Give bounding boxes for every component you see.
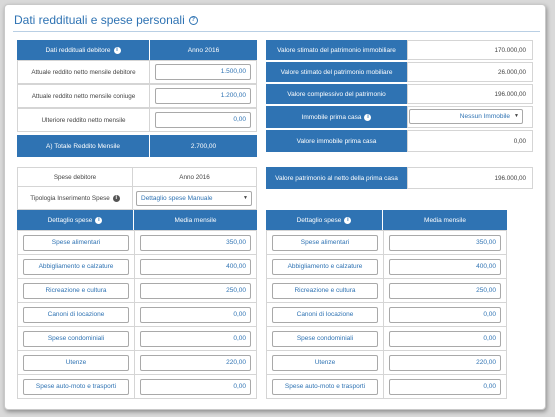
income-row-label: Attuale reddito netto mensile debitore	[17, 60, 150, 84]
expense-category-button[interactable]: Spese condominiali	[23, 331, 129, 347]
expense-category-button[interactable]: Spese auto-moto e trasporti	[272, 379, 378, 395]
expense-amount-input[interactable]: 400,00	[389, 259, 501, 275]
income-spouse-input[interactable]: 1.200,00	[155, 88, 251, 104]
income-row-label: Attuale reddito netto mensile coniuge	[17, 84, 150, 108]
info-icon[interactable]: i	[344, 216, 352, 224]
expense-category-button[interactable]: Utenze	[272, 355, 378, 371]
asset-value: 26.000,00	[407, 62, 533, 82]
expense-amount-input[interactable]: 250,00	[389, 283, 501, 299]
expense-category-button[interactable]: Ricreazione e cultura	[23, 283, 129, 299]
expense-category-button[interactable]: Canoni di locazione	[23, 307, 129, 323]
expense-type-label: Tipologia Inserimento Spese i	[17, 186, 133, 210]
panel: Dati reddituali e spese personali ? Dati…	[4, 4, 546, 410]
expense-amount-input[interactable]: 400,00	[140, 259, 251, 275]
chevron-down-icon: ▼	[514, 113, 519, 119]
asset-value: 170.000,00	[407, 40, 533, 60]
net-assets-value: 196.000,00	[407, 167, 533, 189]
asset-label: Valore stimato del patrimonio immobiliar…	[266, 40, 407, 60]
income-total-value: 2.700,00	[150, 135, 257, 157]
chevron-down-icon: ▼	[243, 195, 248, 201]
expense-category-button[interactable]: Canoni di locazione	[272, 307, 378, 323]
expense-amount-input[interactable]: 0,00	[140, 307, 251, 323]
expense-amount-input[interactable]: 220,00	[389, 355, 501, 371]
income-header-year: Anno 2016	[150, 40, 257, 60]
expense-category-button[interactable]: Abbigliamento e calzature	[23, 259, 129, 275]
expense-category-button[interactable]: Spese alimentari	[23, 235, 129, 251]
income-total-label: A) Totale Reddito Mensile	[17, 135, 149, 157]
info-icon[interactable]: i	[95, 216, 103, 224]
expense-amount-input[interactable]: 0,00	[389, 331, 501, 347]
page-title: Dati reddituali e spese personali	[14, 13, 185, 27]
primary-home-value-label: Valore immobile prima casa	[266, 130, 407, 152]
info-icon[interactable]: i	[364, 113, 372, 121]
expense-category-button[interactable]: Spese auto-moto e trasporti	[23, 379, 129, 395]
net-assets-label: Valore patrimonio al netto della prima c…	[266, 167, 407, 189]
detail-header: Dettaglio spese i	[266, 210, 382, 230]
avg-header: Media mensile	[134, 210, 257, 230]
expense-amount-input[interactable]: 350,00	[389, 235, 501, 251]
expense-type-select[interactable]: Dettaglio spese Manuale ▼	[136, 191, 252, 206]
asset-label: Valore complessivo del patrimonio	[266, 84, 407, 104]
primary-home-value: 0,00	[407, 130, 533, 152]
expense-category-button[interactable]: Spese alimentari	[272, 235, 378, 251]
expense-amount-input[interactable]: 250,00	[140, 283, 251, 299]
expenses-header-year: Anno 2016	[132, 167, 257, 187]
asset-label: Valore stimato del patrimonio mobiliare	[266, 62, 407, 82]
income-row-label: Ulteriore reddito netto mensile	[17, 108, 150, 132]
expense-amount-input[interactable]: 350,00	[140, 235, 251, 251]
expense-category-button[interactable]: Abbigliamento e calzature	[272, 259, 378, 275]
asset-value: 196.000,00	[407, 84, 533, 104]
expense-category-button[interactable]: Ricreazione e cultura	[272, 283, 378, 299]
title-row: Dati reddituali e spese personali ?	[14, 12, 198, 28]
info-icon[interactable]: i	[112, 194, 120, 202]
expense-amount-input[interactable]: 0,00	[389, 307, 501, 323]
avg-header: Media mensile	[383, 210, 507, 230]
expense-amount-input[interactable]: 0,00	[140, 379, 251, 395]
info-icon[interactable]: i	[113, 46, 121, 54]
expense-amount-input[interactable]: 220,00	[140, 355, 251, 371]
expense-category-button[interactable]: Spese condominiali	[272, 331, 378, 347]
title-divider	[13, 31, 540, 32]
income-other-input[interactable]: 0,00	[155, 112, 251, 128]
expenses-header-label: Spese debitore	[17, 167, 133, 187]
detail-header: Dettaglio spese i	[17, 210, 133, 230]
expense-category-button[interactable]: Utenze	[23, 355, 129, 371]
help-icon[interactable]: ?	[188, 15, 198, 25]
primary-home-select[interactable]: Nessun Immobile ▼	[409, 109, 523, 124]
expense-amount-input[interactable]: 0,00	[389, 379, 501, 395]
income-header-label: Dati reddituali debitore i	[17, 40, 149, 60]
primary-home-label: Immobile prima casa i	[266, 106, 407, 128]
expense-amount-input[interactable]: 0,00	[140, 331, 251, 347]
income-debtor-input[interactable]: 1.500,00	[155, 64, 251, 80]
